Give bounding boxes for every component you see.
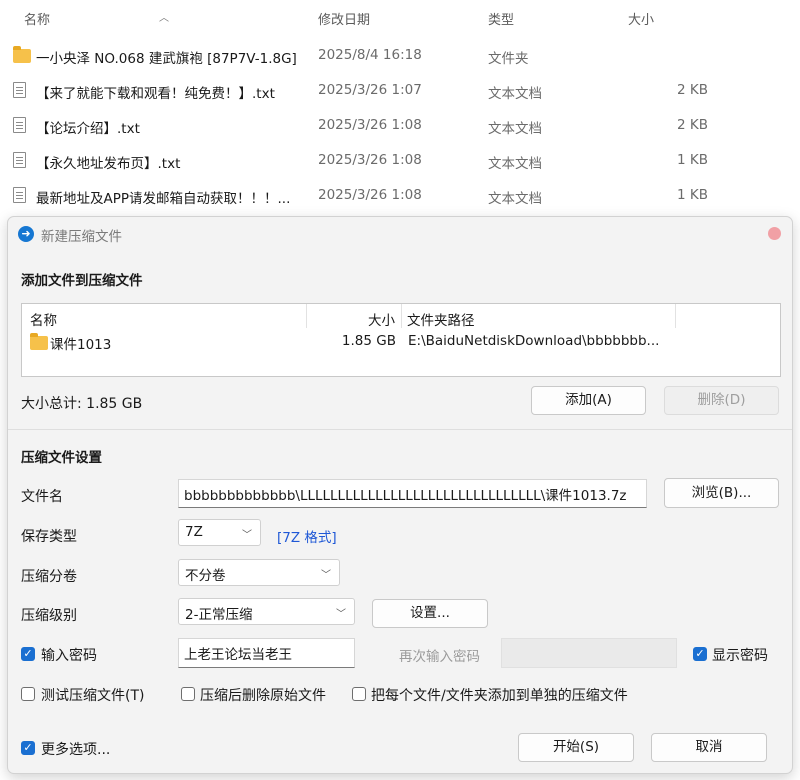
column-header-date[interactable]: 修改日期 — [318, 9, 370, 28]
file-type: 文本文档 — [488, 156, 542, 172]
show-password-checkbox[interactable]: ✓ — [693, 647, 707, 661]
sort-ascending-icon: ︿ — [159, 13, 169, 24]
file-type: 文本文档 — [488, 86, 542, 102]
cancel-button[interactable]: 取消 — [651, 733, 767, 762]
delete-button[interactable]: 删除(D) — [664, 386, 779, 415]
more-options-checkbox[interactable]: ✓ — [21, 741, 35, 755]
level-dropdown[interactable]: 2-正常压缩 ﹀ — [178, 598, 355, 625]
file-row[interactable]: 最新地址及APP请发邮箱自动获取！！！... 2025/3/26 1:08 文本… — [0, 178, 800, 213]
save-type-dropdown[interactable]: 7Z ﹀ — [178, 519, 261, 546]
split-dropdown[interactable]: 不分卷 ﹀ — [178, 559, 340, 586]
file-row[interactable]: 【论坛介绍】.txt 2025/3/26 1:08 文本文档 2 KB — [0, 108, 800, 143]
settings-button[interactable]: 设置... — [372, 599, 488, 628]
column-header-size[interactable]: 大小 — [368, 309, 395, 329]
column-header-name[interactable]: 名称 — [24, 9, 50, 28]
folder-icon — [13, 46, 31, 67]
file-row[interactable]: 【来了就能下载和观看！纯免费！】.txt 2025/3/26 1:07 文本文档… — [0, 73, 800, 108]
file-size: 2 KB — [677, 82, 708, 98]
save-type-value: 7Z — [185, 524, 203, 540]
delete-after-label[interactable]: 压缩后删除原始文件 — [200, 685, 326, 705]
file-name: 【来了就能下载和观看！纯免费！】.txt — [36, 86, 275, 102]
file-name: 最新地址及APP请发邮箱自动获取！！！... — [36, 191, 291, 207]
level-label: 压缩级别 — [21, 608, 77, 624]
delete-after-checkbox[interactable] — [181, 687, 195, 701]
format-link[interactable]: [7Z 格式] — [277, 526, 337, 546]
password-checkbox-label[interactable]: 输入密码 — [41, 645, 97, 665]
password-value: 上老王论坛当老王 — [184, 647, 292, 663]
chevron-down-icon: ﹀ — [242, 530, 252, 541]
password-input[interactable]: 上老王论坛当老王 — [178, 638, 355, 668]
column-header-size[interactable]: 大小 — [628, 9, 654, 28]
text-file-icon — [13, 152, 26, 172]
file-type: 文本文档 — [488, 121, 542, 137]
add-files-section-title: 添加文件到压缩文件 — [21, 273, 143, 289]
text-file-icon — [13, 187, 26, 207]
file-type: 文本文档 — [488, 191, 542, 207]
folder-icon — [30, 333, 48, 354]
chevron-down-icon: ﹀ — [321, 570, 331, 581]
test-archive-label[interactable]: 测试压缩文件(T) — [41, 685, 144, 705]
close-button[interactable] — [768, 227, 781, 240]
column-header-row: 名称 ︿ 修改日期 类型 大小 — [0, 0, 800, 34]
file-name: 一小央泽 NO.068 建武旗袍 [87P7V-1.8G] — [36, 51, 297, 67]
more-options-label[interactable]: 更多选项... — [41, 739, 110, 759]
app-logo-icon: ➜ — [18, 226, 34, 242]
password-confirm-input[interactable] — [501, 638, 677, 668]
column-header-path[interactable]: 文件夹路径 — [407, 309, 475, 329]
filename-label: 文件名 — [21, 489, 63, 505]
separate-archives-label[interactable]: 把每个文件/文件夹添加到单独的压缩文件 — [371, 685, 628, 705]
text-file-icon — [13, 82, 26, 102]
settings-section-title: 压缩文件设置 — [21, 450, 102, 466]
password-checkbox[interactable]: ✓ — [21, 647, 35, 661]
text-file-icon — [13, 117, 26, 137]
file-date: 2025/3/26 1:08 — [318, 152, 422, 168]
total-size-label: 大小总计: 1.85 GB — [21, 396, 143, 412]
file-date: 2025/8/4 16:18 — [318, 47, 422, 63]
file-row[interactable]: 【永久地址发布页】.txt 2025/3/26 1:08 文本文档 1 KB — [0, 143, 800, 178]
chevron-down-icon: ﹀ — [336, 609, 346, 620]
file-date: 2025/3/26 1:07 — [318, 82, 422, 98]
password-confirm-label: 再次输入密码 — [399, 649, 480, 665]
file-row[interactable]: 一小央泽 NO.068 建武旗袍 [87P7V-1.8G] 2025/8/4 1… — [0, 38, 800, 73]
divider — [8, 429, 792, 430]
dialog-title: 新建压缩文件 — [41, 229, 122, 245]
file-name: 【永久地址发布页】.txt — [36, 156, 181, 172]
file-size: 2 KB — [677, 117, 708, 133]
file-size: 1 KB — [677, 187, 708, 203]
show-password-label[interactable]: 显示密码 — [712, 645, 768, 665]
file-explorer-list: 名称 ︿ 修改日期 类型 大小 一小央泽 NO.068 建武旗袍 [87P7V-… — [0, 0, 800, 215]
file-size: 1 KB — [677, 152, 708, 168]
column-header-name[interactable]: 名称 — [30, 309, 57, 329]
start-button[interactable]: 开始(S) — [518, 733, 634, 762]
filename-input[interactable]: bbbbbbbbbbbbb\LLLLLLLLLLLLLLLLLLLLLLLLLL… — [178, 479, 647, 508]
column-header-type[interactable]: 类型 — [488, 9, 514, 28]
test-archive-checkbox[interactable] — [21, 687, 35, 701]
row-size: 1.85 GB — [341, 333, 396, 349]
save-type-label: 保存类型 — [21, 529, 77, 545]
file-list-table[interactable]: 名称 大小 文件夹路径 课件1013 1.85 GB E:\BaiduNetdi… — [21, 303, 781, 377]
separate-archives-checkbox[interactable] — [352, 687, 366, 701]
split-label: 压缩分卷 — [21, 569, 77, 585]
new-archive-dialog: ➜ 新建压缩文件 添加文件到压缩文件 名称 大小 文件夹路径 课件1013 1.… — [7, 216, 793, 774]
filename-value: bbbbbbbbbbbbb\LLLLLLLLLLLLLLLLLLLLLLLLLL… — [184, 488, 627, 504]
browse-button[interactable]: 浏览(B)... — [664, 478, 779, 508]
file-date: 2025/3/26 1:08 — [318, 187, 422, 203]
row-name: 课件1013 — [50, 337, 112, 353]
add-button[interactable]: 添加(A) — [531, 386, 646, 415]
row-path: E:\BaiduNetdiskDownload\bbbbbbb... — [408, 333, 660, 349]
file-type: 文件夹 — [488, 51, 529, 67]
file-date: 2025/3/26 1:08 — [318, 117, 422, 133]
level-value: 2-正常压缩 — [185, 607, 253, 623]
file-name: 【论坛介绍】.txt — [36, 121, 140, 137]
split-value: 不分卷 — [185, 568, 226, 584]
